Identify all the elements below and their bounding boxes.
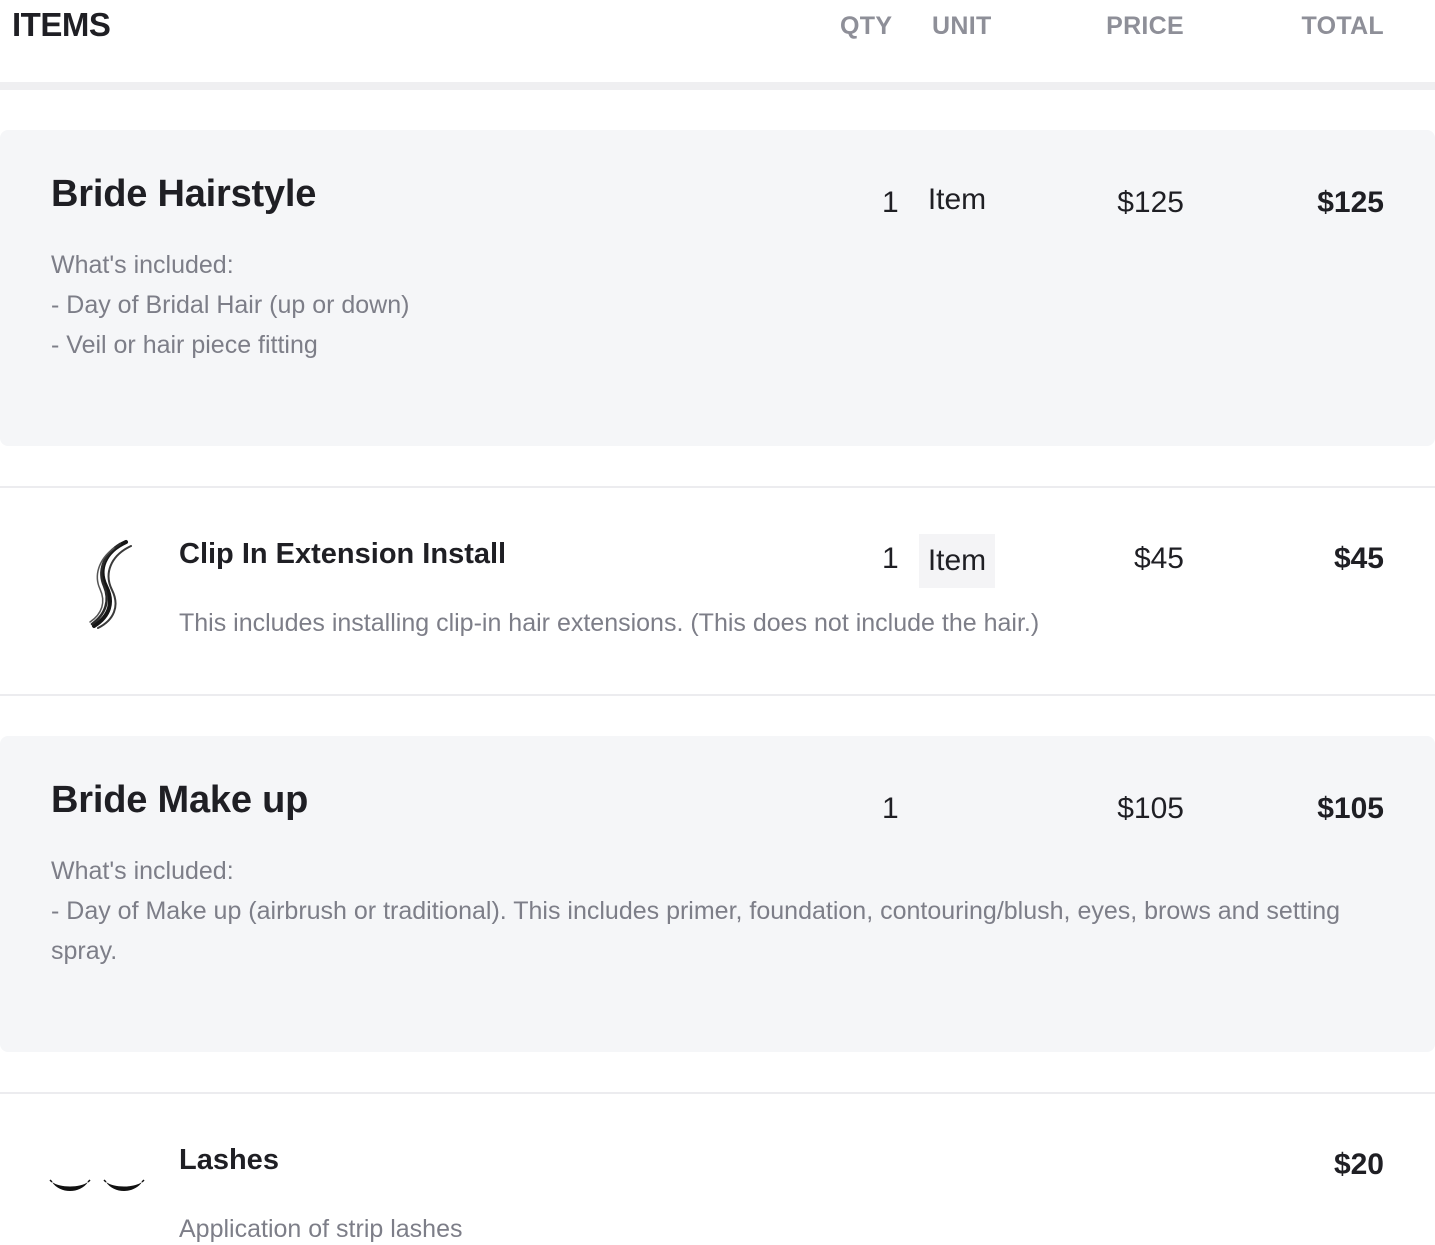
item-total: $125	[1317, 186, 1384, 219]
hair-wave-icon	[40, 534, 160, 634]
qty-column-header: QTY	[840, 12, 893, 40]
item-total: $45	[1333, 542, 1384, 575]
item-qty: 1	[882, 186, 899, 219]
item-price: $105	[1117, 792, 1184, 825]
item-title: Bride Hairstyle	[51, 173, 317, 215]
description-line: What's included:	[51, 251, 234, 279]
item-description: What's included: - Day of Bridal Hair (u…	[51, 245, 1391, 365]
item-description: What's included: - Day of Make up (airbr…	[51, 851, 1391, 971]
item-description: Application of strip lashes	[179, 1209, 1379, 1245]
description-line: - Veil or hair piece fitting	[51, 331, 318, 359]
description-line: - Day of Make up (airbrush or traditiona…	[51, 897, 1341, 965]
line-item-clip-in-extension[interactable]: Clip In Extension Install 1 Item $45 $45…	[0, 488, 1435, 694]
header-divider	[0, 82, 1435, 90]
row-divider	[0, 694, 1435, 696]
item-price: $125	[1117, 186, 1184, 219]
item-total: $105	[1317, 792, 1384, 825]
item-title: Lashes	[179, 1144, 279, 1176]
item-total: $20	[1333, 1148, 1384, 1181]
item-unit[interactable]: Item	[919, 534, 995, 588]
item-qty: 1	[882, 792, 899, 825]
items-heading: ITEMS	[12, 6, 111, 43]
lashes-icon	[40, 1164, 160, 1204]
line-item-bride-makeup[interactable]: Bride Make up 1 $105 $105 What's include…	[0, 736, 1435, 1052]
line-item-bride-hairstyle[interactable]: Bride Hairstyle 1 Item $125 $125 What's …	[0, 130, 1435, 446]
item-title: Clip In Extension Install	[179, 538, 507, 570]
description-line: Application of strip lashes	[179, 1215, 463, 1243]
price-column-header: PRICE	[1106, 12, 1184, 40]
unit-column-header: UNIT	[932, 12, 992, 40]
item-unit: Item	[927, 183, 987, 216]
item-price: $45	[1133, 542, 1184, 575]
items-page: ITEMS QTY UNIT PRICE TOTAL Bride Hairsty…	[0, 0, 1435, 1245]
description-line: This includes installing clip-in hair ex…	[179, 609, 1040, 637]
item-qty: 1	[882, 542, 899, 575]
item-description: This includes installing clip-in hair ex…	[179, 603, 1379, 643]
total-column-header: TOTAL	[1301, 12, 1384, 40]
line-item-lashes[interactable]: Lashes $20 Application of strip lashes	[0, 1094, 1435, 1245]
item-title: Bride Make up	[51, 779, 309, 821]
items-header: ITEMS QTY UNIT PRICE TOTAL	[0, 0, 1435, 82]
description-line: What's included:	[51, 857, 234, 885]
description-line: - Day of Bridal Hair (up or down)	[51, 291, 410, 319]
